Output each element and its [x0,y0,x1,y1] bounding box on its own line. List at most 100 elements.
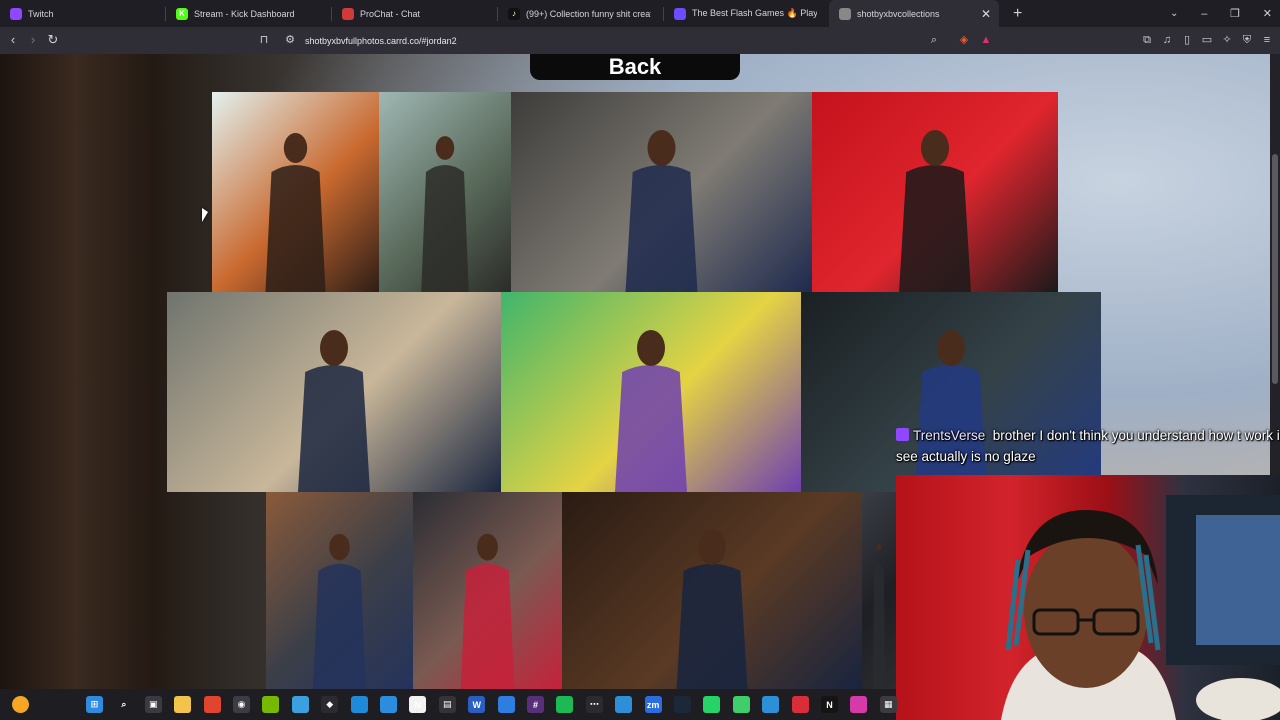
photo-subject-shape [265,132,326,292]
steam-icon[interactable] [674,696,691,713]
app-icon-3[interactable] [791,696,809,713]
tab-favicon-icon [10,7,22,20]
zoom-icon[interactable]: zm [644,696,662,713]
edge-icon[interactable] [350,696,368,713]
leo-ai-icon[interactable]: ✧ [1220,33,1234,47]
tab-2[interactable]: K Stream - Kick Dashboard [166,0,331,27]
tab-title: ProChat - Chat [360,8,421,19]
tab-title: shotbyxbvcollections [857,8,940,19]
brave-browser-icon[interactable] [203,696,221,713]
windows-taskbar: ⊞ ⌕ ▣ ◉ ◆ N ▤ W # ⋯ zm N ▦ [0,689,897,720]
wallet-icon[interactable]: ▭ [1200,33,1214,47]
remote-icon[interactable] [762,696,780,713]
menu-icon[interactable]: ≡ [1260,33,1274,47]
messages-icon[interactable] [732,696,750,713]
extensions-icon[interactable]: ⧉ [1140,33,1154,47]
chat-overlay-message: TrentsVerse brother I don't think you un… [896,425,1280,467]
tab-close-icon[interactable]: ✕ [981,7,991,21]
plate-shape [1196,678,1280,720]
photo-stairs-squat[interactable] [266,492,413,689]
nvidia-icon[interactable] [262,696,280,713]
photo-neon-stairs-walk[interactable] [413,492,562,689]
back-button[interactable]: Back [530,54,740,80]
tab-favicon-icon: ♪ [508,7,520,20]
photo-subject-shape [313,533,366,689]
calendar-icon[interactable] [615,696,633,713]
word-icon[interactable]: W [468,696,486,713]
tab-3[interactable]: ProChat - Chat [332,0,497,27]
task-view-icon[interactable]: ▣ [144,696,162,713]
photo-partial-edge[interactable] [862,492,896,689]
search-icon[interactable]: ⌕ [115,696,133,713]
app-icon-2[interactable]: ⋯ [585,696,603,713]
notion-icon[interactable]: N [409,696,427,713]
photo-subject-shape [872,544,886,689]
whatsapp-icon[interactable] [703,696,721,713]
photo-night-alley-closeup[interactable] [562,492,862,689]
photo-red-wall-railing[interactable] [812,92,1058,292]
chat-username: TrentsVerse [913,428,986,443]
restore-icon[interactable]: ❐ [1230,7,1240,20]
photo-subject-shape [899,130,971,292]
photo-subject-shape [460,533,515,689]
app-icon-1[interactable]: ◆ [321,696,339,713]
photo-subject-shape [421,136,469,292]
photo-escalator-tracksuit[interactable] [511,92,812,292]
spotify-icon[interactable] [556,696,574,713]
brave-rewards-icon[interactable]: ▲ [979,33,993,47]
file-explorer-icon[interactable] [174,696,192,713]
webcam-streamer-image [1001,495,1280,720]
photo-subject-shape [615,330,687,492]
app-icon-4[interactable] [850,696,868,713]
photo-mirror-reflection[interactable] [379,92,511,292]
zoom-search-icon[interactable]: ⌕ [927,33,941,47]
close-window-icon[interactable]: ✕ [1263,7,1272,20]
tab-1[interactable]: Twitch [0,0,165,27]
tab-favicon-icon [839,7,851,20]
slack-icon[interactable]: # [527,696,544,713]
photo-stairwell-railing[interactable] [167,292,501,492]
store-icon[interactable] [380,696,397,713]
obs-icon[interactable]: ◉ [233,696,250,713]
webcam-overlay [896,475,1280,720]
photo-subject-shape [625,130,698,292]
back-arrow-icon[interactable]: ‹ [3,32,23,47]
minimize-icon[interactable]: – [1201,8,1207,20]
reload-icon[interactable]: ↻ [43,32,63,48]
tab-favicon-icon [342,7,354,20]
tab-favicon-icon: K [176,7,188,20]
tab-5[interactable]: The Best Flash Games 🔥 Play on Cr [664,0,829,27]
tab-title: Stream - Kick Dashboard [194,8,295,19]
twitch-badge-icon [896,428,909,441]
vpn-icon[interactable]: ⛨ [1240,33,1254,47]
new-tab-icon[interactable]: + [1013,5,1022,23]
photo-orange-wall-sunglasses[interactable] [212,92,379,292]
scrollbar-thumb[interactable] [1272,154,1278,384]
mouse-cursor-icon [202,208,208,222]
tab-list-chevron-icon[interactable]: ⌄ [1170,8,1178,19]
window-controls: ⌄ – ❐ ✕ [1170,0,1280,27]
monitor-screen-shape [1196,515,1280,645]
tab-strip: Twitch K Stream - Kick Dashboard ProChat - … [0,0,1280,27]
sidebar-icon[interactable]: ▯ [1180,33,1194,47]
photo-painted-ground-sitting[interactable] [501,292,801,492]
address-bar[interactable]: ⚙ shotbyxbvfullphotos.carrd.co/#jordan2 [255,30,995,51]
terminal-icon[interactable]: ▤ [438,696,456,713]
app-icon-5[interactable]: ▦ [879,696,897,713]
site-info-icon[interactable]: ⚙ [283,33,297,47]
notepad-icon[interactable] [497,696,515,713]
tab-6[interactable]: shotbyxbvcollections ✕ [829,0,999,27]
photos-icon[interactable] [291,696,309,713]
netflix-icon[interactable]: N [821,696,838,713]
start-icon[interactable]: ⊞ [86,696,103,713]
media-icon[interactable]: ♫ [1160,33,1174,47]
forward-arrow-icon[interactable]: › [23,32,43,47]
weather-icon[interactable] [12,696,29,713]
brave-shields-icon[interactable]: ◈ [957,33,971,47]
photo-subject-shape [298,330,370,492]
photo-subject-shape [676,529,748,689]
tab-title: The Best Flash Games 🔥 Play on Cr [692,8,817,18]
address-bar-url[interactable]: shotbyxbvfullphotos.carrd.co/#jordan2 [305,36,457,46]
tab-4[interactable]: ♪ (99+) Collection funny shit created by [498,0,663,27]
tab-title: (99+) Collection funny shit created by [526,8,651,19]
